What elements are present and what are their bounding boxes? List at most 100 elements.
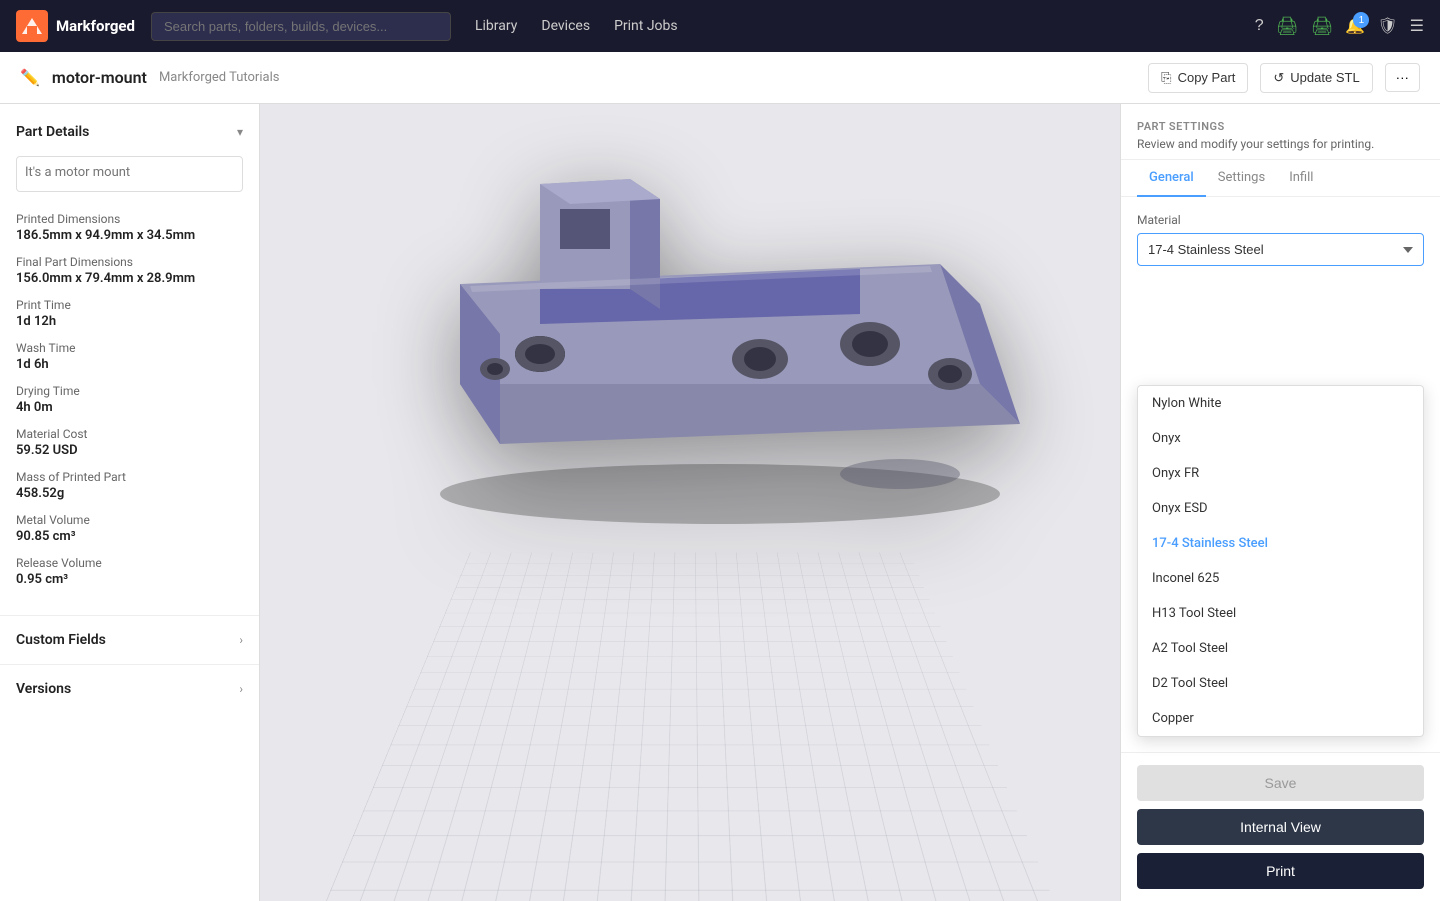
dropdown-item-17-4[interactable]: 17-4 Stainless Steel xyxy=(1138,526,1423,561)
metal-volume-value: 90.85 cm³ xyxy=(16,529,243,544)
left-panel: Part Details ▾ Printed Dimensions 186.5m… xyxy=(0,104,260,901)
release-volume-row: Release Volume 0.95 cm³ xyxy=(16,556,243,587)
custom-fields-section: Custom Fields › xyxy=(0,615,259,664)
part-icon: ✏️ xyxy=(20,68,40,87)
material-dropdown[interactable]: Nylon White Onyx Onyx FR Onyx ESD 17-4 S… xyxy=(1137,385,1424,737)
dropdown-item-nylon-white[interactable]: Nylon White xyxy=(1138,386,1423,421)
notifications-btn[interactable]: 🔔 1 xyxy=(1345,16,1365,36)
print-button[interactable]: Print xyxy=(1137,853,1424,889)
chevron-right-icon: › xyxy=(239,633,243,647)
panel-content: Material 17-4 Stainless Steel Nylon Whit… xyxy=(1121,197,1440,752)
dropdown-item-onyx-esd[interactable]: Onyx ESD xyxy=(1138,491,1423,526)
menu-btn[interactable]: ☰ xyxy=(1410,16,1424,36)
panel-header: PART SETTINGS Review and modify your set… xyxy=(1121,104,1440,160)
device-status-btn[interactable]: 🖨 xyxy=(1311,16,1334,37)
dropdown-item-onyx-fr[interactable]: Onyx FR xyxy=(1138,456,1423,491)
versions-header[interactable]: Versions › xyxy=(16,681,243,697)
printed-dimensions-row: Printed Dimensions 186.5mm x 94.9mm x 34… xyxy=(16,212,243,243)
3d-model xyxy=(340,104,1040,524)
panel-tabs: General Settings Infill xyxy=(1121,160,1440,197)
printed-dimensions-label: Printed Dimensions xyxy=(16,212,243,226)
internal-view-button[interactable]: Internal View xyxy=(1137,809,1424,845)
tab-general[interactable]: General xyxy=(1137,160,1206,197)
print-time-value: 1d 12h xyxy=(16,314,243,329)
dropdown-item-inconel[interactable]: Inconel 625 xyxy=(1138,561,1423,596)
3d-model-container xyxy=(260,104,1120,524)
mass-value: 458.52g xyxy=(16,486,243,501)
final-dimensions-label: Final Part Dimensions xyxy=(16,255,243,269)
nav-actions: ? 🖨 🖨 🔔 1 🛡 ☰ xyxy=(1255,16,1424,37)
nav-links: Library Devices Print Jobs xyxy=(475,18,678,34)
update-icon: ↺ xyxy=(1273,70,1284,86)
print-time-row: Print Time 1d 12h xyxy=(16,298,243,329)
material-cost-value: 59.52 USD xyxy=(16,443,243,458)
material-cost-row: Material Cost 59.52 USD xyxy=(16,427,243,458)
grid-background xyxy=(260,552,1120,901)
part-details-section: Part Details ▾ Printed Dimensions 186.5m… xyxy=(0,104,259,615)
mass-label: Mass of Printed Part xyxy=(16,470,243,484)
chevron-down-icon: ▾ xyxy=(237,125,243,139)
dropdown-item-a2[interactable]: A2 Tool Steel xyxy=(1138,631,1423,666)
material-select[interactable]: 17-4 Stainless Steel xyxy=(1137,233,1424,266)
custom-fields-title: Custom Fields xyxy=(16,632,106,648)
material-cost-label: Material Cost xyxy=(16,427,243,441)
more-options-button[interactable]: ··· xyxy=(1385,63,1420,92)
logo[interactable]: Markforged xyxy=(16,10,135,42)
nav-devices[interactable]: Devices xyxy=(541,18,590,34)
dropdown-item-onyx[interactable]: Onyx xyxy=(1138,421,1423,456)
dropdown-item-h13[interactable]: H13 Tool Steel xyxy=(1138,596,1423,631)
sub-actions: ⎘ Copy Part ↺ Update STL ··· xyxy=(1148,63,1420,93)
final-dimensions-row: Final Part Dimensions 156.0mm x 79.4mm x… xyxy=(16,255,243,286)
tab-infill[interactable]: Infill xyxy=(1277,160,1325,197)
nav-library[interactable]: Library xyxy=(475,18,517,34)
panel-bottom: Save Internal View Print xyxy=(1121,752,1440,901)
printed-dimensions-value: 186.5mm x 94.9mm x 34.5mm xyxy=(16,228,243,243)
metal-volume-row: Metal Volume 90.85 cm³ xyxy=(16,513,243,544)
main-layout: Part Details ▾ Printed Dimensions 186.5m… xyxy=(0,104,1440,901)
nav-print-jobs[interactable]: Print Jobs xyxy=(614,18,678,34)
material-label: Material xyxy=(1137,213,1424,227)
breadcrumb: Markforged Tutorials xyxy=(159,70,280,85)
versions-title: Versions xyxy=(16,681,71,697)
top-navigation: Markforged Library Devices Print Jobs ? … xyxy=(0,0,1440,52)
logo-text: Markforged xyxy=(56,17,135,35)
release-volume-label: Release Volume xyxy=(16,556,243,570)
wash-time-value: 1d 6h xyxy=(16,357,243,372)
part-title: motor-mount xyxy=(52,68,147,87)
part-details-header[interactable]: Part Details ▾ xyxy=(16,120,243,144)
panel-title: PART SETTINGS xyxy=(1137,120,1424,133)
print-status-btn[interactable]: 🖨 xyxy=(1276,16,1299,37)
copy-part-label: Copy Part xyxy=(1178,70,1236,85)
metal-volume-label: Metal Volume xyxy=(16,513,243,527)
dropdown-item-d2[interactable]: D2 Tool Steel xyxy=(1138,666,1423,701)
release-volume-value: 0.95 cm³ xyxy=(16,572,243,587)
tab-settings[interactable]: Settings xyxy=(1206,160,1277,197)
custom-fields-header[interactable]: Custom Fields › xyxy=(16,632,243,648)
shield-btn[interactable]: 🛡 xyxy=(1377,16,1397,36)
panel-subtitle: Review and modify your settings for prin… xyxy=(1137,137,1424,151)
sub-header: ✏️ motor-mount Markforged Tutorials ⎘ Co… xyxy=(0,52,1440,104)
3d-viewport[interactable] xyxy=(260,104,1120,901)
final-dimensions-value: 156.0mm x 79.4mm x 28.9mm xyxy=(16,271,243,286)
drying-time-value: 4h 0m xyxy=(16,400,243,415)
right-panel: PART SETTINGS Review and modify your set… xyxy=(1120,104,1440,901)
help-button[interactable]: ? xyxy=(1255,17,1264,35)
versions-section: Versions › xyxy=(0,664,259,713)
wash-time-label: Wash Time xyxy=(16,341,243,355)
drying-time-row: Drying Time 4h 0m xyxy=(16,384,243,415)
description-input[interactable] xyxy=(16,156,243,192)
drying-time-label: Drying Time xyxy=(16,384,243,398)
wash-time-row: Wash Time 1d 6h xyxy=(16,341,243,372)
copy-icon: ⎘ xyxy=(1161,70,1171,86)
update-stl-button[interactable]: ↺ Update STL xyxy=(1260,63,1372,93)
copy-part-button[interactable]: ⎘ Copy Part xyxy=(1148,63,1248,93)
chevron-right-icon-2: › xyxy=(239,682,243,696)
update-stl-label: Update STL xyxy=(1290,70,1359,85)
notification-badge: 1 xyxy=(1353,12,1369,28)
mass-row: Mass of Printed Part 458.52g xyxy=(16,470,243,501)
part-details-title: Part Details xyxy=(16,124,89,140)
save-button: Save xyxy=(1137,765,1424,801)
dropdown-item-copper[interactable]: Copper xyxy=(1138,701,1423,736)
search-input[interactable] xyxy=(151,12,451,41)
print-time-label: Print Time xyxy=(16,298,243,312)
